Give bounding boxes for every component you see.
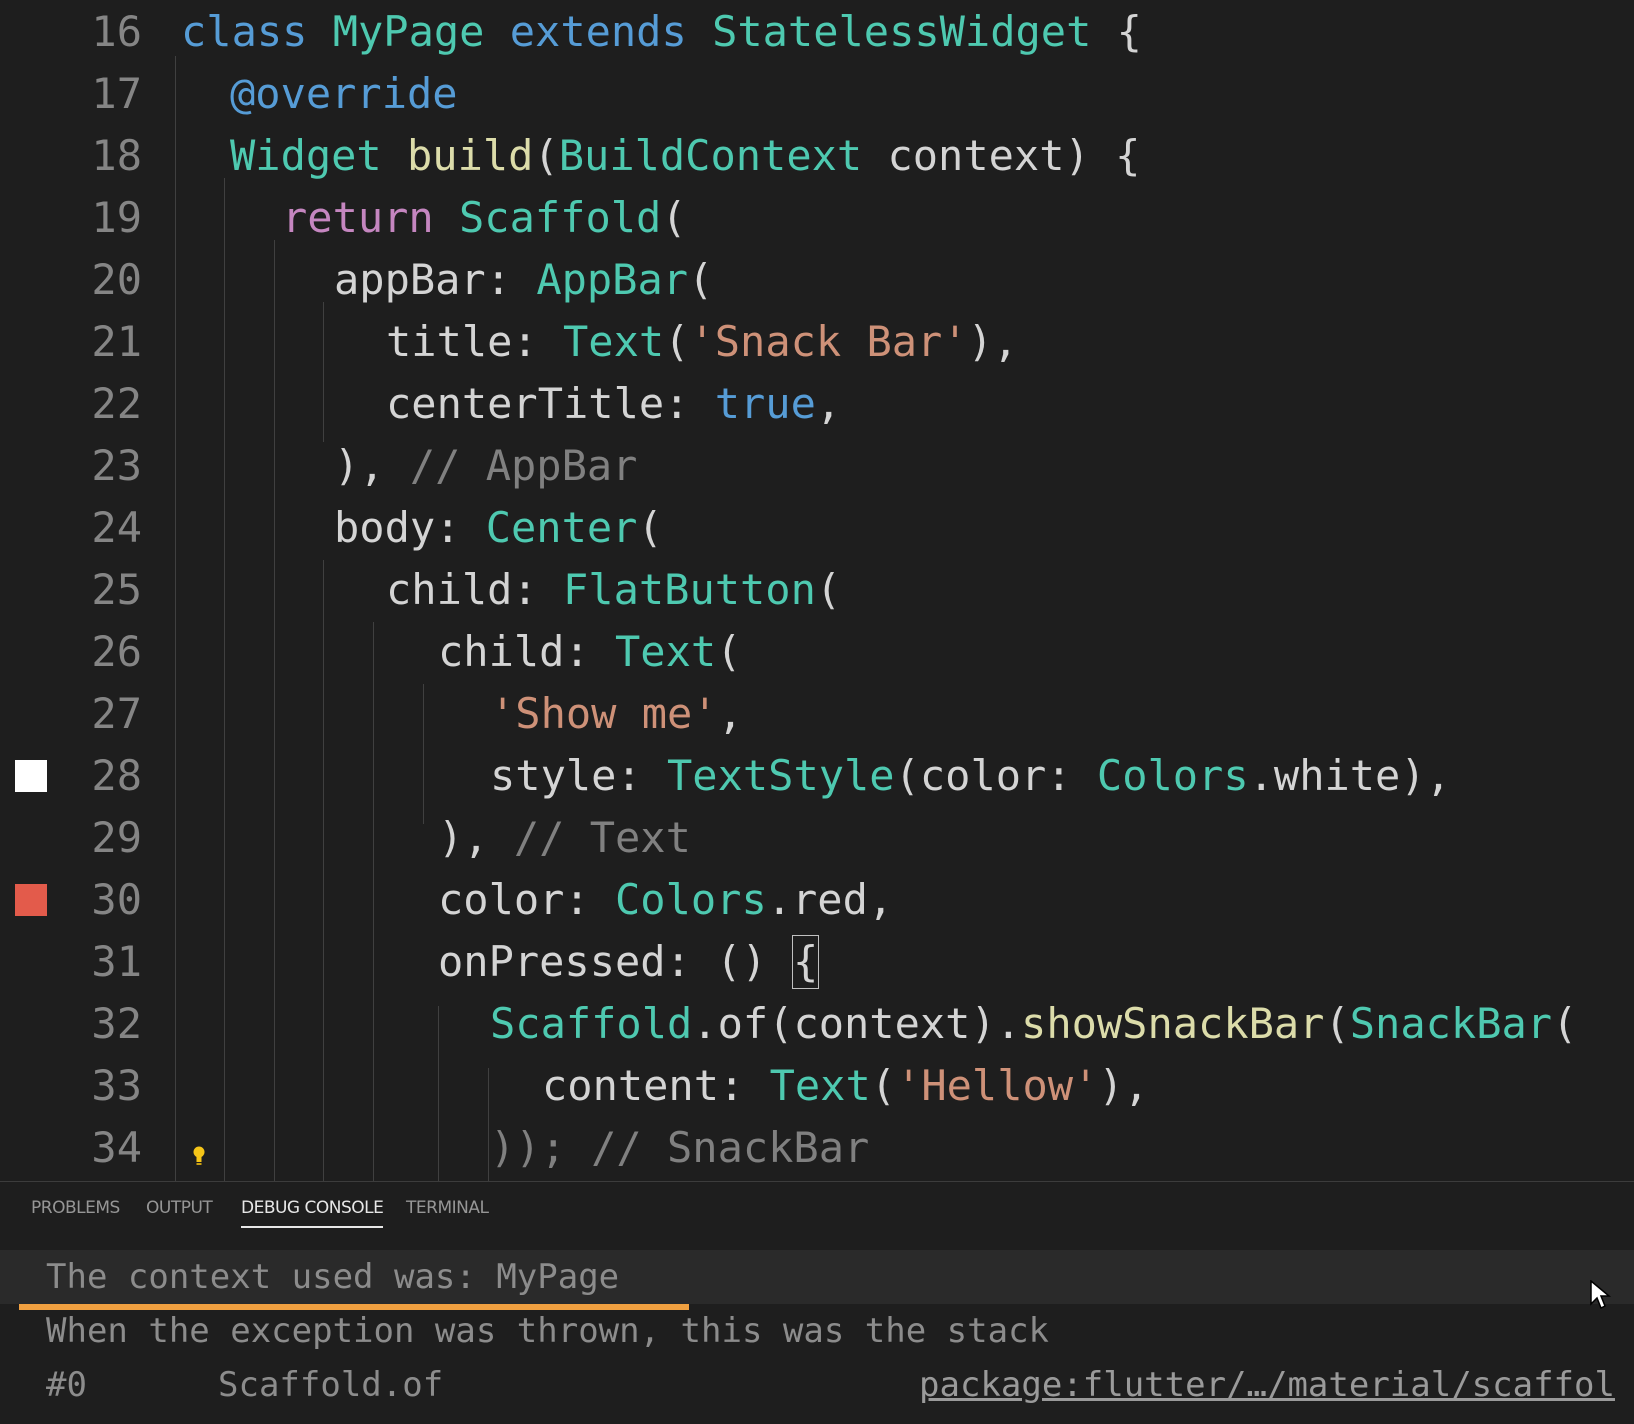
code-text: centerTitle: true,	[386, 379, 842, 428]
code-line-32[interactable]: 32 Scaffold.of(context).showSnackBar(Sna…	[0, 992, 1634, 1056]
console-stack-frame-number: #0	[46, 1365, 87, 1405]
code-text: )); // SnackBar	[490, 1123, 870, 1172]
console-line: When the exception was thrown, this was …	[46, 1311, 1050, 1351]
code-text: class MyPage extends StatelessWidget {	[181, 7, 1142, 56]
code-text: child: FlatButton(	[386, 565, 842, 614]
code-text: return Scaffold(	[282, 193, 687, 242]
code-text: content: Text('Hellow'),	[542, 1061, 1149, 1110]
tab-problems[interactable]: PROBLEMS	[31, 1182, 120, 1234]
tab-output[interactable]: OUTPUT	[146, 1182, 213, 1234]
code-line-31[interactable]: 31 onPressed: () {	[0, 930, 1634, 994]
console-stack-frame-function: Scaffold.of	[218, 1365, 444, 1405]
code-line-17[interactable]: 17 @override	[0, 62, 1634, 126]
tab-terminal[interactable]: TERMINAL	[406, 1182, 489, 1234]
line-number: 30	[91, 875, 142, 924]
line-number: 28	[91, 751, 142, 800]
code-line-28[interactable]: 28 style: TextStyle(color: Colors.white)…	[0, 744, 1634, 808]
code-line-25[interactable]: 25 child: FlatButton(	[0, 558, 1634, 622]
code-text: ), // AppBar	[334, 441, 638, 490]
code-line-33[interactable]: 33 content: Text('Hellow'),	[0, 1054, 1634, 1118]
code-text: ), // Text	[438, 813, 691, 862]
code-line-22[interactable]: 22 centerTitle: true,	[0, 372, 1634, 436]
code-text: title: Text('Snack Bar'),	[386, 317, 1019, 366]
line-number: 33	[91, 1061, 142, 1110]
mouse-pointer-icon	[1590, 1280, 1612, 1310]
code-text: onPressed: () {	[438, 930, 820, 994]
line-number: 25	[91, 565, 142, 614]
code-text: 'Show me',	[490, 689, 743, 738]
line-number: 27	[91, 689, 142, 738]
line-number: 22	[91, 379, 142, 428]
console-line: The context used was: MyPage	[46, 1257, 620, 1297]
code-text: child: Text(	[438, 627, 742, 676]
code-text: body: Center(	[334, 503, 663, 552]
code-line-30[interactable]: 30 color: Colors.red,	[0, 868, 1634, 932]
tab-debug-console[interactable]: DEBUG CONSOLE	[241, 1182, 384, 1234]
code-line-29[interactable]: 29 ), // Text	[0, 806, 1634, 870]
code-line-21[interactable]: 21 title: Text('Snack Bar'),	[0, 310, 1634, 374]
line-number: 29	[91, 813, 142, 862]
code-text: @override	[230, 69, 458, 118]
line-number: 24	[91, 503, 142, 552]
console-stack-frame-link[interactable]: package:flutter/…/material/scaffol	[919, 1359, 1615, 1411]
code-line-16[interactable]: 16 class MyPage extends StatelessWidget …	[0, 0, 1634, 64]
line-number: 18	[91, 131, 142, 180]
bracket-match-highlight: {	[792, 935, 820, 989]
code-text: style: TextStyle(color: Colors.white),	[490, 751, 1451, 800]
line-number: 21	[91, 317, 142, 366]
code-editor[interactable]: 16 class MyPage extends StatelessWidget …	[0, 0, 1634, 1181]
code-text: appBar: AppBar(	[334, 255, 714, 304]
code-text: Widget build(BuildContext context) {	[230, 131, 1141, 180]
code-line-18[interactable]: 18 Widget build(BuildContext context) {	[0, 124, 1634, 188]
line-number: 31	[91, 937, 142, 986]
code-line-20[interactable]: 20 appBar: AppBar(	[0, 248, 1634, 312]
line-number: 23	[91, 441, 142, 490]
line-number: 32	[91, 999, 142, 1048]
line-number: 16	[91, 7, 142, 56]
line-number: 34	[91, 1123, 142, 1172]
code-line-26[interactable]: 26 child: Text(	[0, 620, 1634, 684]
code-text: Scaffold.of(context).showSnackBar(SnackB…	[490, 999, 1578, 1048]
panel-tab-bar: PROBLEMS OUTPUT DEBUG CONSOLE TERMINAL	[0, 1182, 1634, 1234]
code-line-24[interactable]: 24 body: Center(	[0, 496, 1634, 560]
line-number: 26	[91, 627, 142, 676]
code-line-23[interactable]: 23 ), // AppBar	[0, 434, 1634, 498]
line-number: 20	[91, 255, 142, 304]
code-line-19[interactable]: 19 return Scaffold(	[0, 186, 1634, 250]
line-number: 19	[91, 193, 142, 242]
code-line-34[interactable]: 34 )); // SnackBar	[0, 1116, 1634, 1180]
code-text: color: Colors.red,	[438, 875, 894, 924]
line-number: 17	[91, 69, 142, 118]
code-line-27[interactable]: 27 'Show me',	[0, 682, 1634, 746]
lightbulb-icon[interactable]	[192, 1146, 206, 1166]
